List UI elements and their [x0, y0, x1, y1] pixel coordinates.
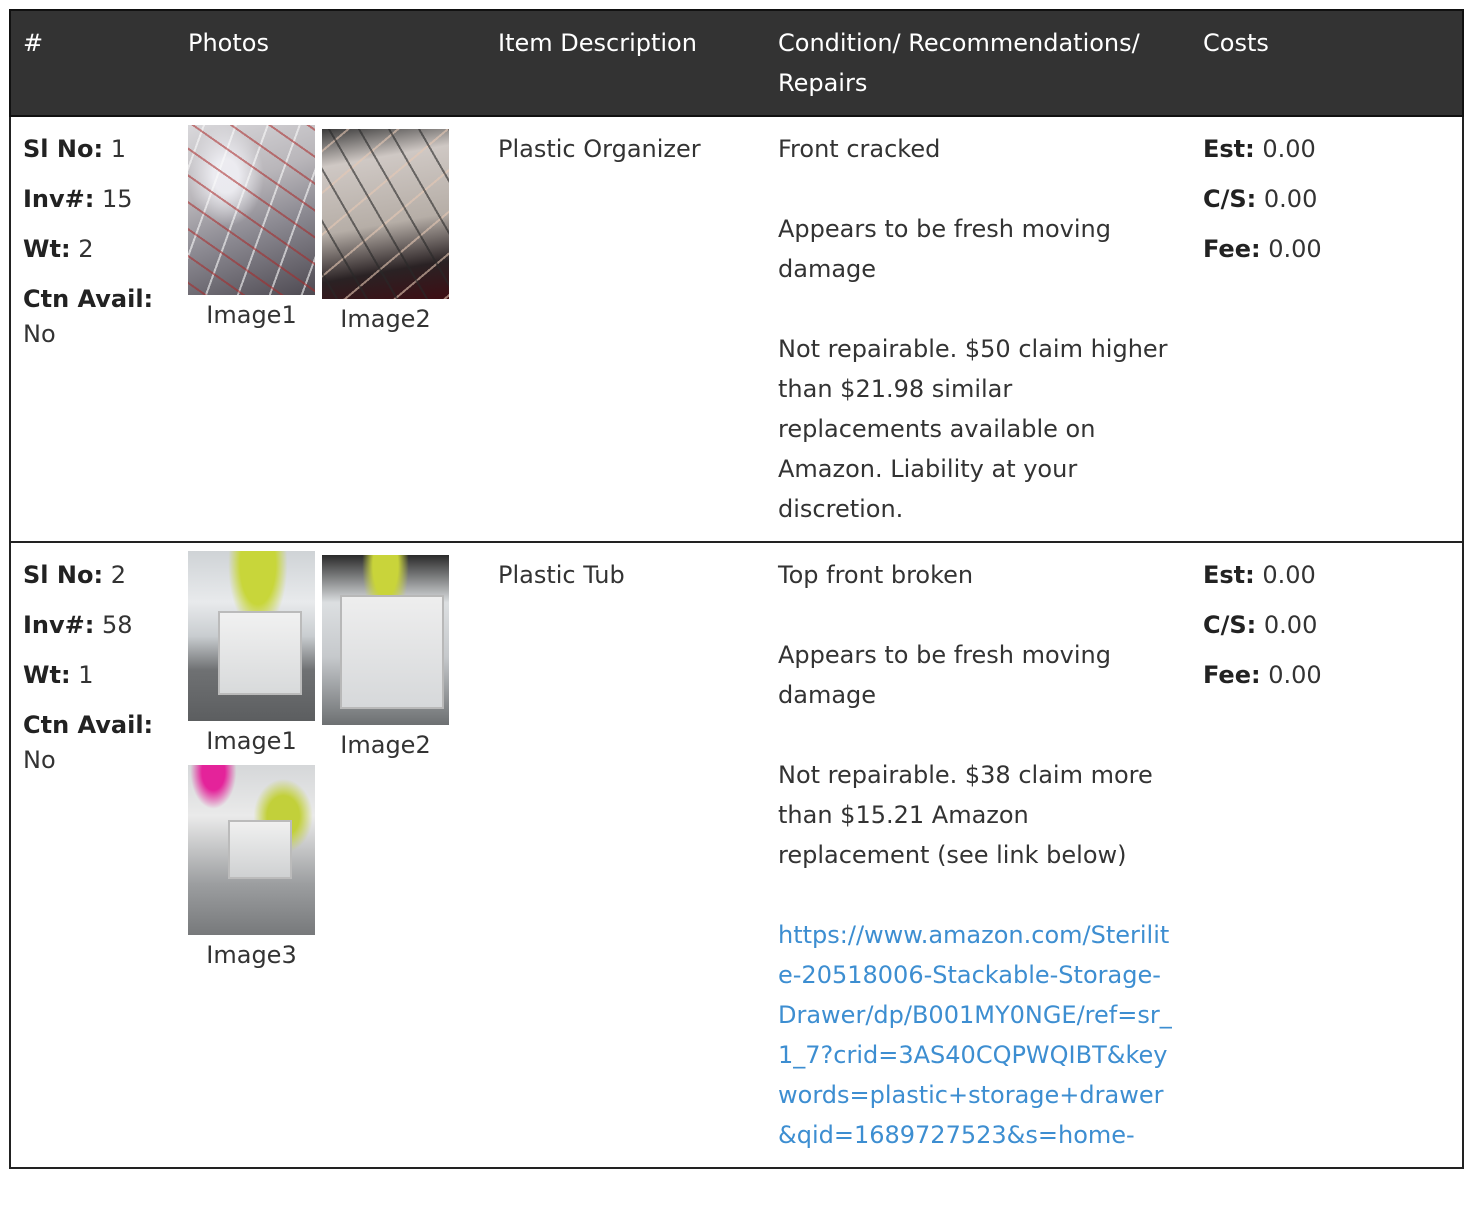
fee-line: Fee: 0.00 [1203, 650, 1450, 700]
header-item-description: Item Description [486, 9, 766, 117]
photo-thumbnail[interactable] [322, 129, 449, 299]
condition-text: Not repairable. $50 claim higher than $2… [778, 335, 1168, 523]
condition-text: Front cracked [778, 135, 941, 163]
inv-value: 15 [102, 185, 133, 213]
fee-value: 0.00 [1268, 661, 1322, 689]
est-value: 0.00 [1262, 135, 1316, 163]
photo-item[interactable]: Image1 [188, 551, 315, 765]
photo-item[interactable]: Image3 [188, 765, 315, 975]
header-costs: Costs [1191, 9, 1464, 117]
photo-item[interactable]: Image2 [322, 129, 449, 339]
est-label: Est: [1203, 135, 1255, 163]
condition-text: Not repairable. $38 claim more than $15.… [778, 761, 1153, 869]
sl-no-label: Sl No: [23, 561, 104, 589]
wt-value: 2 [78, 235, 94, 263]
fee-label: Fee: [1203, 235, 1261, 263]
inv-label: Inv#: [23, 611, 95, 639]
ctn-avail-label: Ctn Avail: [23, 285, 154, 313]
wt-line: Wt: 2 [23, 224, 164, 274]
photos-cell: Image1 Image2 [176, 116, 486, 543]
inv-label: Inv#: [23, 185, 95, 213]
cs-label: C/S: [1203, 611, 1257, 639]
replacement-link-paragraph: https://www.amazon.com/Sterilite-2051800… [778, 915, 1179, 1155]
photo-caption: Image1 [206, 301, 297, 329]
header-condition: Condition/ Recommendations/ Repairs [766, 9, 1191, 117]
inspection-table: # Photos Item Description Condition/ Rec… [9, 9, 1464, 1169]
sl-no-value: 2 [110, 561, 126, 589]
costs-cell: Est: 0.00 C/S: 0.00 Fee: 0.00 [1191, 542, 1464, 1169]
condition-cell: Front cracked Appears to be fresh moving… [766, 116, 1191, 543]
description-cell: Plastic Organizer [486, 116, 766, 543]
est-label: Est: [1203, 561, 1255, 589]
est-value: 0.00 [1262, 561, 1316, 589]
description-cell: Plastic Tub [486, 542, 766, 1169]
cs-line: C/S: 0.00 [1203, 600, 1450, 650]
cs-value: 0.00 [1263, 611, 1318, 639]
header-number: # [9, 9, 176, 117]
fee-value: 0.00 [1268, 235, 1322, 263]
photo-caption: Image2 [340, 731, 431, 759]
condition-text: Top front broken [778, 561, 974, 589]
cs-label: C/S: [1203, 185, 1257, 213]
fee-label: Fee: [1203, 661, 1261, 689]
wt-value: 1 [78, 661, 94, 689]
photo-thumbnail[interactable] [188, 765, 315, 935]
photo-caption: Image2 [340, 305, 431, 333]
condition-cell: Top front broken Appears to be fresh mov… [766, 542, 1191, 1169]
table-header-row: # Photos Item Description Condition/ Rec… [9, 9, 1464, 117]
photo-thumbnail[interactable] [188, 125, 315, 295]
item-meta-cell: Sl No: 1 Inv#: 15 Wt: 2 Ctn Avail: No [9, 116, 176, 543]
cs-value: 0.00 [1263, 185, 1318, 213]
condition-text: Appears to be fresh moving damage [778, 215, 1111, 283]
photo-gallery: Image1 Image2 [188, 125, 474, 341]
photos-cell: Image1 Image2 Image3 [176, 542, 486, 1169]
sl-no-value: 1 [110, 135, 126, 163]
condition-text: Appears to be fresh moving damage [778, 641, 1111, 709]
cs-line: C/S: 0.00 [1203, 174, 1450, 224]
item-meta-cell: Sl No: 2 Inv#: 58 Wt: 1 Ctn Avail: No [9, 542, 176, 1169]
sl-no-line: Sl No: 1 [23, 124, 164, 174]
table-row: Sl No: 2 Inv#: 58 Wt: 1 Ctn Avail: No Im… [9, 542, 1464, 1169]
inspection-table-container: # Photos Item Description Condition/ Rec… [9, 9, 1464, 1169]
inv-line: Inv#: 58 [23, 600, 164, 650]
est-line: Est: 0.00 [1203, 124, 1450, 174]
photo-thumbnail[interactable] [188, 551, 315, 721]
sl-no-line: Sl No: 2 [23, 550, 164, 600]
photo-gallery: Image1 Image2 Image3 [188, 551, 474, 977]
wt-label: Wt: [23, 235, 71, 263]
wt-label: Wt: [23, 661, 71, 689]
wt-line: Wt: 1 [23, 650, 164, 700]
inv-value: 58 [102, 611, 133, 639]
photo-caption: Image3 [206, 941, 297, 969]
photo-item[interactable]: Image1 [188, 125, 315, 339]
fee-line: Fee: 0.00 [1203, 224, 1450, 274]
item-description: Plastic Tub [498, 561, 625, 589]
est-line: Est: 0.00 [1203, 550, 1450, 600]
inv-line: Inv#: 15 [23, 174, 164, 224]
header-photos: Photos [176, 9, 486, 117]
amazon-replacement-link[interactable]: https://www.amazon.com/Sterilite-2051800… [778, 921, 1172, 1149]
photo-item[interactable]: Image2 [322, 555, 449, 765]
costs-cell: Est: 0.00 C/S: 0.00 Fee: 0.00 [1191, 116, 1464, 543]
photo-thumbnail[interactable] [322, 555, 449, 725]
sl-no-label: Sl No: [23, 135, 104, 163]
table-row: Sl No: 1 Inv#: 15 Wt: 2 Ctn Avail: No Im… [9, 116, 1464, 543]
item-description: Plastic Organizer [498, 135, 701, 163]
ctn-avail-label: Ctn Avail: [23, 711, 154, 739]
photo-caption: Image1 [206, 727, 297, 755]
